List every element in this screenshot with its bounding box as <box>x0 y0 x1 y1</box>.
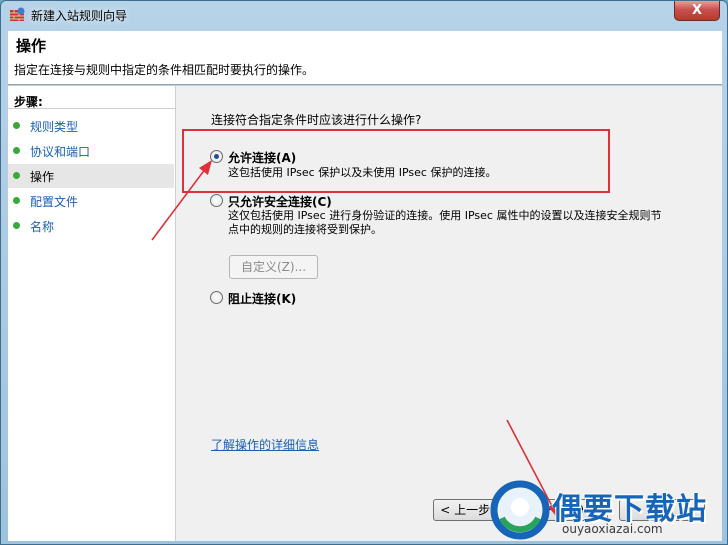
allow-connection-radio[interactable] <box>210 150 223 163</box>
customize-button[interactable]: 自定义(Z)... <box>229 255 318 279</box>
step-dot-icon <box>13 147 20 154</box>
step-name[interactable]: 名称 <box>8 214 174 238</box>
step-dot-icon <box>13 172 20 179</box>
step-protocol-port[interactable]: 协议和端口 <box>8 139 174 163</box>
window-title: 新建入站规则向导 <box>31 9 128 23</box>
close-button[interactable]: X <box>674 1 720 21</box>
allow-secure-radio[interactable] <box>210 194 223 207</box>
step-action[interactable]: 操作 <box>8 164 174 188</box>
allow-secure-desc: 这仅包括使用 IPsec 进行身份验证的连接。使用 IPsec 属性中的设置以及… <box>228 209 662 236</box>
steps-divider <box>8 108 176 109</box>
allow-connection-label[interactable]: 允许连接(A) <box>228 149 296 166</box>
watermark-url: ouyaoxiazai.com <box>562 522 663 536</box>
action-content: 连接符合指定条件时应该进行什么操作? 允许连接(A) 这包括使用 IPsec 保… <box>177 86 722 541</box>
step-label: 规则类型 <box>30 120 79 134</box>
step-profile[interactable]: 配置文件 <box>8 189 174 213</box>
title-bar[interactable]: 新建入站规则向导 X <box>1 1 727 29</box>
close-icon: X <box>691 3 703 18</box>
step-label: 协议和端口 <box>30 145 91 159</box>
step-label: 操作 <box>30 170 55 184</box>
watermark-logo-icon <box>490 480 550 540</box>
allow-connection-desc: 这包括使用 IPsec 保护以及未使用 IPsec 保护的连接。 <box>228 166 497 179</box>
page-description: 指定在连接与规则中指定的条件相匹配时要执行的操作。 <box>14 63 315 77</box>
action-question: 连接符合指定条件时应该进行什么操作? <box>211 113 422 127</box>
site-watermark: 偶要下载站 ouyaoxiazai.com <box>490 478 726 544</box>
step-dot-icon <box>13 222 20 229</box>
block-connection-radio[interactable] <box>210 291 223 304</box>
block-connection-label[interactable]: 阻止连接(K) <box>228 290 296 307</box>
wizard-body: 步骤: 规则类型 协议和端口 操作 配置文件 名称 连接符合指定条件时应该进行什… <box>8 86 722 541</box>
step-label: 名称 <box>30 220 55 234</box>
page-header: 操作 指定在连接与规则中指定的条件相匹配时要执行的操作。 <box>8 31 722 85</box>
step-dot-icon <box>13 122 20 129</box>
learn-more-link[interactable]: 了解操作的详细信息 <box>211 436 319 453</box>
firewall-icon <box>10 7 25 21</box>
allow-secure-label[interactable]: 只允许安全连接(C) <box>228 193 332 210</box>
page-title: 操作 <box>16 37 47 55</box>
step-dot-icon <box>13 197 20 204</box>
wizard-window: 新建入站规则向导 X 操作 指定在连接与规则中指定的条件相匹配时要执行的操作。 … <box>0 0 728 545</box>
steps-panel: 步骤: 规则类型 协议和端口 操作 配置文件 名称 <box>8 86 176 541</box>
step-rule-type[interactable]: 规则类型 <box>8 114 174 138</box>
step-label: 配置文件 <box>30 195 79 209</box>
